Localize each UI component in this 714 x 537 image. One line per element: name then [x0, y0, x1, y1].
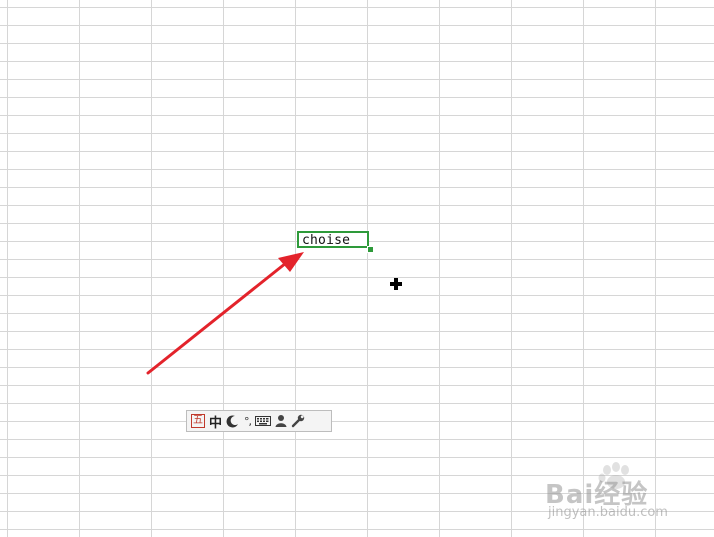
ime-logo-char: 五	[191, 414, 205, 428]
ime-toolbar[interactable]: 五 中 °,	[186, 410, 332, 432]
spreadsheet-grid[interactable]	[0, 0, 714, 537]
wubi-logo-icon[interactable]: 五	[191, 413, 205, 429]
half-width-moon-icon[interactable]	[226, 413, 240, 429]
fill-handle[interactable]	[367, 246, 374, 253]
keyboard-icon[interactable]	[255, 413, 272, 429]
cell-select-cursor-icon	[390, 278, 402, 290]
punctuation-icon[interactable]: °,	[244, 413, 252, 429]
user-icon[interactable]	[275, 413, 287, 429]
chinese-mode-icon[interactable]: 中	[209, 413, 222, 431]
wrench-icon[interactable]	[291, 413, 305, 429]
active-cell-value: choise	[302, 233, 351, 248]
watermark-url: jingyan.baidu.com	[548, 505, 668, 520]
